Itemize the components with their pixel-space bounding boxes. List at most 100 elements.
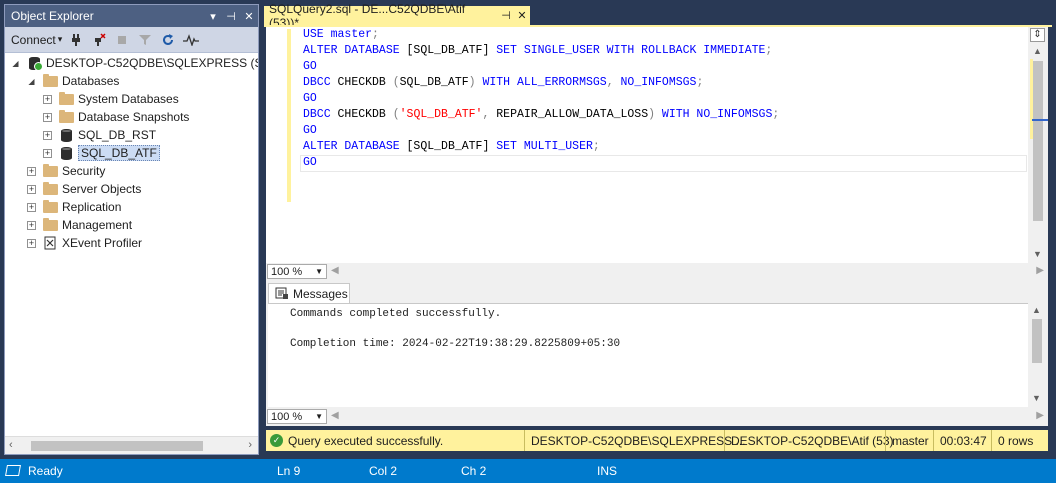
tree-node-label: Server Objects (62, 182, 142, 196)
scrollbar-thumb[interactable] (1032, 319, 1042, 363)
tree-node-database-snapshots[interactable]: + Database Snapshots (43, 108, 189, 126)
connect-button[interactable]: Connect ▾ (11, 33, 62, 47)
expand-icon[interactable]: + (43, 112, 52, 122)
tree-node-management[interactable]: + Management (27, 216, 132, 234)
collapse-icon[interactable]: ◢ (11, 58, 20, 68)
code-token: ALTER DATABASE (303, 44, 407, 57)
code-area[interactable]: USE master; ALTER DATABASE [SQL_DB_ATF] S… (303, 27, 779, 171)
close-icon[interactable]: ✕ (514, 9, 530, 22)
pin-icon[interactable]: ⊣ (498, 9, 514, 22)
pin-icon[interactable]: ⊣ (222, 10, 240, 23)
expand-icon[interactable]: + (27, 184, 36, 194)
scrollbar-thumb[interactable] (31, 441, 203, 451)
folder-icon (42, 73, 58, 88)
xevent-icon (42, 236, 58, 250)
status-char: Ch 2 (461, 464, 487, 478)
scroll-left-icon[interactable]: ◀ (331, 265, 339, 276)
code-line[interactable]: GO (303, 91, 779, 107)
code-line[interactable]: ALTER DATABASE [SQL_DB_ATF] SET MULTI_US… (303, 139, 779, 155)
completion-time-line: Completion time: 2024-02-22T19:38:29.822… (290, 338, 621, 350)
folder-icon (42, 163, 58, 178)
tree-node-system-databases[interactable]: + System Databases (43, 90, 179, 108)
code-token: [SQL_DB_ATF] (406, 140, 497, 153)
expand-icon[interactable]: + (43, 94, 52, 104)
expand-icon[interactable]: + (27, 202, 36, 212)
check-icon: ✓ (270, 434, 283, 447)
scroll-down-icon[interactable]: ▼ (1033, 249, 1042, 259)
expand-icon[interactable]: + (27, 166, 36, 176)
code-token: ( (392, 76, 400, 89)
expand-icon[interactable]: + (27, 238, 36, 248)
query-editor[interactable]: USE master; ALTER DATABASE [SQL_DB_ATF] S… (266, 27, 1028, 263)
code-line[interactable]: DBCC CHECKDB (SQL_DB_ATF) WITH ALL_ERROR… (303, 75, 779, 91)
panel-dropdown-icon[interactable]: ▾ (204, 10, 222, 23)
folder-icon (42, 217, 58, 232)
server-icon (26, 56, 43, 71)
status-line: Ln 9 (277, 464, 301, 478)
editor-vertical-scrollbar[interactable]: ⇕ ▲ ▼ (1028, 27, 1048, 263)
filter-icon[interactable] (136, 31, 154, 49)
connect-plug-icon[interactable] (67, 31, 85, 49)
collapse-icon[interactable]: ◢ (27, 76, 36, 86)
results-horizontal-scrollbar[interactable]: ◀ ▶ (327, 408, 1048, 425)
code-token: CHECKDB (337, 76, 393, 89)
code-token: WITH NO_INFOMSGS (661, 108, 773, 121)
tree-node-label: SQL_DB_ATF (78, 145, 160, 161)
results-zoom-select[interactable]: 100 % ▼ (267, 409, 327, 424)
expand-icon[interactable]: + (43, 130, 52, 140)
results-vertical-scrollbar[interactable]: ▲ ▼ (1028, 303, 1046, 407)
scroll-caret-marker (1032, 119, 1048, 121)
code-line[interactable]: GO (303, 123, 779, 139)
disconnect-icon[interactable] (90, 31, 108, 49)
tree-node-server[interactable]: ◢ DESKTOP-C52QDBE\SQLEXPRESS (SQL Se (11, 54, 258, 72)
object-explorer-toolbar: Connect ▾ (5, 27, 258, 53)
code-line[interactable]: USE master; (303, 27, 779, 43)
status-ready: Ready (28, 464, 63, 478)
scroll-left-icon[interactable]: ◀ (331, 410, 339, 421)
activity-monitor-icon[interactable] (182, 31, 200, 49)
tab-messages[interactable]: Messages (268, 283, 350, 304)
chevron-down-icon: ▾ (57, 34, 63, 44)
tree-node-label: DESKTOP-C52QDBE\SQLEXPRESS (SQL Se (46, 56, 258, 70)
messages-output[interactable]: Commands completed successfully. Complet… (268, 303, 1028, 407)
tree-node-sql-db-atf[interactable]: + SQL_DB_ATF (43, 144, 160, 162)
code-token: ; (592, 140, 600, 153)
code-line[interactable]: DBCC CHECKDB ('SQL_DB_ATF', REPAIR_ALLOW… (303, 107, 779, 123)
tree-node-xevent-profiler[interactable]: + XEvent Profiler (27, 234, 142, 252)
scroll-down-icon[interactable]: ▼ (1032, 393, 1041, 403)
split-icon[interactable]: ⇕ (1030, 28, 1045, 42)
database-icon (58, 128, 74, 142)
refresh-icon[interactable] (159, 31, 177, 49)
tree-node-sql-db-rst[interactable]: + SQL_DB_RST (43, 126, 156, 144)
editor-zoom-select[interactable]: 100 % ▼ (267, 264, 327, 279)
status-server: DESKTOP-C52QDBE\SQLEXPRESS ... (524, 430, 746, 451)
results-zoom-bar: 100 % ▼ ◀ ▶ (266, 408, 1048, 425)
scroll-right-icon[interactable]: ▶ (1036, 265, 1044, 276)
tree-node-replication[interactable]: + Replication (27, 198, 121, 216)
tree-node-label: Security (62, 164, 106, 178)
code-line[interactable]: GO (303, 59, 779, 75)
code-token: master (330, 28, 373, 41)
code-line[interactable]: ALTER DATABASE [SQL_DB_ATF] SET SINGLE_U… (303, 43, 779, 59)
expand-icon[interactable]: + (27, 220, 36, 230)
scrollbar-thumb[interactable] (1033, 61, 1043, 221)
scroll-up-icon[interactable]: ▲ (1033, 46, 1042, 56)
tree-node-security[interactable]: + Security (27, 162, 105, 180)
scroll-left-icon[interactable]: ‹ (9, 439, 13, 451)
editor-horizontal-scrollbar[interactable]: ◀ ▶ (327, 263, 1048, 280)
horizontal-scrollbar[interactable]: ‹ › (5, 436, 258, 454)
tab-label: Messages (293, 287, 348, 301)
tree-node-databases[interactable]: ◢ Databases (27, 72, 119, 90)
status-database: master (885, 430, 933, 451)
tree-node-server-objects[interactable]: + Server Objects (27, 180, 141, 198)
scroll-up-icon[interactable]: ▲ (1032, 305, 1041, 315)
expand-icon[interactable]: + (43, 148, 52, 158)
scroll-right-icon[interactable]: › (248, 439, 252, 451)
code-token: ) (648, 108, 662, 121)
tab-sqlquery2[interactable]: SQLQuery2.sql - DE...C52QDBE\Atif (53))*… (264, 2, 530, 30)
code-token: GO (303, 124, 317, 137)
close-icon[interactable]: ✕ (240, 10, 258, 23)
code-line[interactable]: GO (303, 155, 779, 171)
scroll-right-icon[interactable]: ▶ (1036, 410, 1044, 421)
stop-icon[interactable] (113, 31, 131, 49)
